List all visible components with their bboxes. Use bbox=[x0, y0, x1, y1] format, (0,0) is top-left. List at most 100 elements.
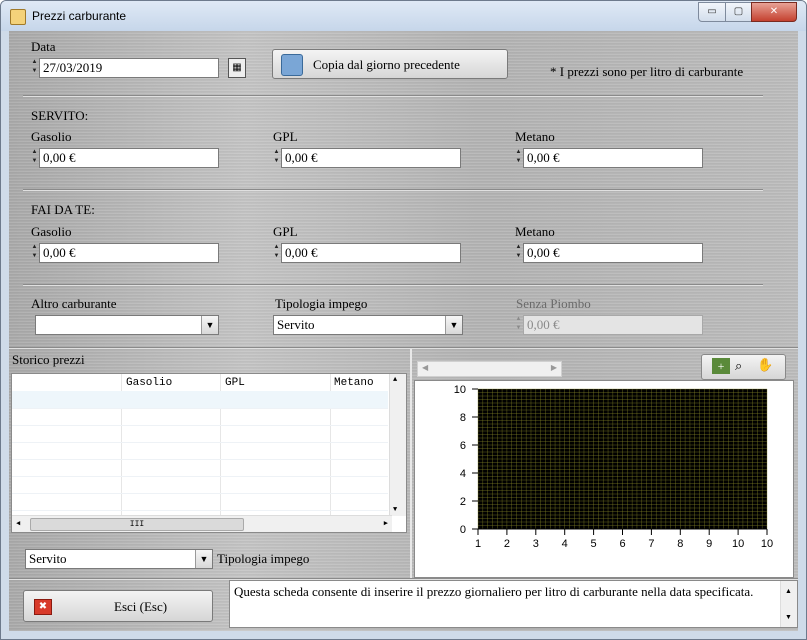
faidate-metano-spinner[interactable]: ▲ ▼ bbox=[515, 243, 522, 263]
scroll-left-icon[interactable]: ◀ bbox=[16, 519, 20, 528]
maximize-button[interactable]: ▢ bbox=[725, 2, 752, 22]
faidate-gpl-label: GPL bbox=[273, 224, 298, 239]
senza-piombo-spinner: ▲ ▼ bbox=[515, 316, 522, 331]
storico-filter-label: Tipologia impego bbox=[217, 551, 310, 566]
scroll-down-icon[interactable]: ▼ bbox=[393, 506, 397, 514]
x-tick-label: 10 bbox=[732, 538, 744, 550]
servito-gpl-label: GPL bbox=[273, 129, 298, 144]
help-scrollbar[interactable]: ▲ ▼ bbox=[780, 581, 797, 627]
x-tick-label: 7 bbox=[648, 538, 654, 550]
servito-gpl-spinner[interactable]: ▲ ▼ bbox=[273, 148, 280, 168]
pan-hand-icon[interactable]: ✋ bbox=[757, 357, 773, 373]
close-button[interactable]: ✕ bbox=[751, 2, 797, 22]
faidate-gpl-input[interactable]: 0,00 € bbox=[281, 243, 461, 263]
grid-header-metano[interactable]: Metano bbox=[334, 374, 374, 392]
table-row[interactable] bbox=[12, 442, 388, 460]
x-tick-label: 6 bbox=[619, 538, 625, 550]
chart-frame: 0 2 4 6 8 10 1 2 3 4 5 6 7 8 9 10 10 bbox=[414, 380, 794, 578]
close-icon: ✖ bbox=[34, 599, 52, 615]
chevron-down-icon[interactable]: ▼ bbox=[195, 550, 212, 568]
faidate-metano-label: Metano bbox=[515, 224, 555, 239]
price-chart[interactable]: 02468101 2 3 4 5 6 7 8 9 10 10 bbox=[415, 381, 793, 577]
servito-gasolio-spinner[interactable]: ▲ ▼ bbox=[31, 148, 38, 168]
chevron-down-icon[interactable]: ▼ bbox=[201, 316, 218, 334]
servito-gasolio-input[interactable]: 0,00 € bbox=[39, 148, 219, 168]
copy-button-label: Copia dal giorno precedente bbox=[313, 57, 460, 72]
separator bbox=[23, 95, 763, 97]
chart-toolbar: + ⌕ ✋ bbox=[701, 354, 786, 380]
table-row[interactable] bbox=[12, 391, 388, 409]
main-window: Prezzi carburante ▭ ▢ ✕ Data ▲ ▼ 27/03/20… bbox=[0, 0, 807, 640]
faidate-title: FAI DA TE: bbox=[31, 202, 95, 217]
y-tick-label: 10 bbox=[454, 384, 466, 396]
title-bar: Prezzi carburante ▭ ▢ ✕ bbox=[1, 1, 806, 31]
faidate-gasolio-label: Gasolio bbox=[31, 224, 72, 239]
table-row[interactable] bbox=[12, 476, 388, 494]
x-tick-label: 1 bbox=[475, 538, 481, 550]
date-input[interactable]: 27/03/2019 bbox=[39, 58, 219, 78]
faidate-metano-input[interactable]: 0,00 € bbox=[523, 243, 703, 263]
y-tick-label: 8 bbox=[460, 412, 466, 424]
help-text: Questa scheda consente di inserire il pr… bbox=[234, 584, 754, 599]
separator bbox=[23, 189, 763, 191]
x-tick-label: 5 bbox=[591, 538, 597, 550]
window-title: Prezzi carburante bbox=[32, 9, 127, 23]
zoom-icon[interactable]: ⌕ bbox=[735, 358, 742, 374]
form-body: Data ▲ ▼ 27/03/2019 ▦ Copia dal giorno pr… bbox=[9, 31, 798, 631]
price-history-grid[interactable]: Gasolio GPL Metano ▲ ▼ ◀ III ▶ bbox=[11, 373, 407, 533]
scroll-down-icon[interactable]: ▼ bbox=[785, 609, 792, 625]
servito-gpl-input[interactable]: 0,00 € bbox=[281, 148, 461, 168]
y-tick-label: 6 bbox=[460, 440, 466, 452]
storico-title: Storico prezzi bbox=[12, 352, 85, 367]
faidate-gasolio-spinner[interactable]: ▲ ▼ bbox=[31, 243, 38, 263]
table-row[interactable] bbox=[12, 493, 388, 511]
chevron-down-icon[interactable]: ▼ bbox=[445, 316, 462, 334]
table-row[interactable] bbox=[12, 459, 388, 477]
servito-metano-label: Metano bbox=[515, 129, 555, 144]
tipologia-label: Tipologia impego bbox=[275, 296, 368, 311]
horizontal-scrollbar[interactable]: ◀ III ▶ bbox=[12, 515, 392, 532]
tipologia-select[interactable]: Servito ▼ bbox=[273, 315, 463, 335]
vertical-scrollbar[interactable]: ▲ ▼ bbox=[389, 374, 406, 516]
scroll-right-icon[interactable]: ▶ bbox=[551, 363, 557, 372]
exit-button[interactable]: ✖ Esci (Esc) bbox=[23, 590, 213, 622]
scroll-up-icon[interactable]: ▲ bbox=[393, 376, 397, 384]
x-tick-label: 2 bbox=[504, 538, 510, 550]
servito-gasolio-label: Gasolio bbox=[31, 129, 72, 144]
y-tick-label: 4 bbox=[460, 468, 466, 480]
faidate-gpl-spinner[interactable]: ▲ ▼ bbox=[273, 243, 280, 263]
table-row[interactable] bbox=[12, 408, 388, 426]
crosshair-icon[interactable]: + bbox=[712, 358, 730, 374]
tipologia-value: Servito bbox=[277, 317, 315, 332]
servito-title: SERVITO: bbox=[31, 108, 89, 123]
senza-piombo-label: Senza Piombo bbox=[516, 296, 591, 311]
app-icon bbox=[10, 9, 26, 25]
x-tick-label: 8 bbox=[677, 538, 683, 550]
altro-carburante-select[interactable]: ▼ bbox=[35, 315, 219, 335]
x-tick-label: 3 bbox=[533, 538, 539, 550]
scroll-thumb[interactable]: III bbox=[30, 518, 244, 531]
grid-header-gasolio[interactable]: Gasolio bbox=[126, 374, 172, 392]
servito-metano-input[interactable]: 0,00 € bbox=[523, 148, 703, 168]
grid-header-gpl[interactable]: GPL bbox=[225, 374, 245, 392]
x-tick-label: 9 bbox=[706, 538, 712, 550]
calendar-icon[interactable]: ▦ bbox=[228, 58, 246, 78]
y-tick-label: 2 bbox=[460, 496, 466, 508]
help-description: Questa scheda consente di inserire il pr… bbox=[229, 580, 798, 628]
storico-filter-select[interactable]: Servito ▼ bbox=[25, 549, 213, 569]
faidate-gasolio-input[interactable]: 0,00 € bbox=[39, 243, 219, 263]
date-spinner[interactable]: ▲ ▼ bbox=[31, 58, 38, 78]
x-tick-label: 10 bbox=[761, 538, 773, 550]
scroll-up-icon[interactable]: ▲ bbox=[785, 583, 792, 599]
chart-scrollbar[interactable]: ◀ ▶ bbox=[417, 361, 562, 377]
y-tick-label: 0 bbox=[460, 524, 466, 536]
scroll-right-icon[interactable]: ▶ bbox=[384, 519, 388, 528]
senza-piombo-input: 0,00 € bbox=[523, 315, 703, 335]
minimize-button[interactable]: ▭ bbox=[698, 2, 726, 22]
servito-metano-spinner[interactable]: ▲ ▼ bbox=[515, 148, 522, 168]
data-label: Data bbox=[31, 39, 56, 54]
table-row[interactable] bbox=[12, 425, 388, 443]
copy-previous-day-button[interactable]: Copia dal giorno precedente bbox=[272, 49, 508, 79]
altro-carburante-label: Altro carburante bbox=[31, 296, 117, 311]
scroll-left-icon[interactable]: ◀ bbox=[422, 363, 428, 372]
